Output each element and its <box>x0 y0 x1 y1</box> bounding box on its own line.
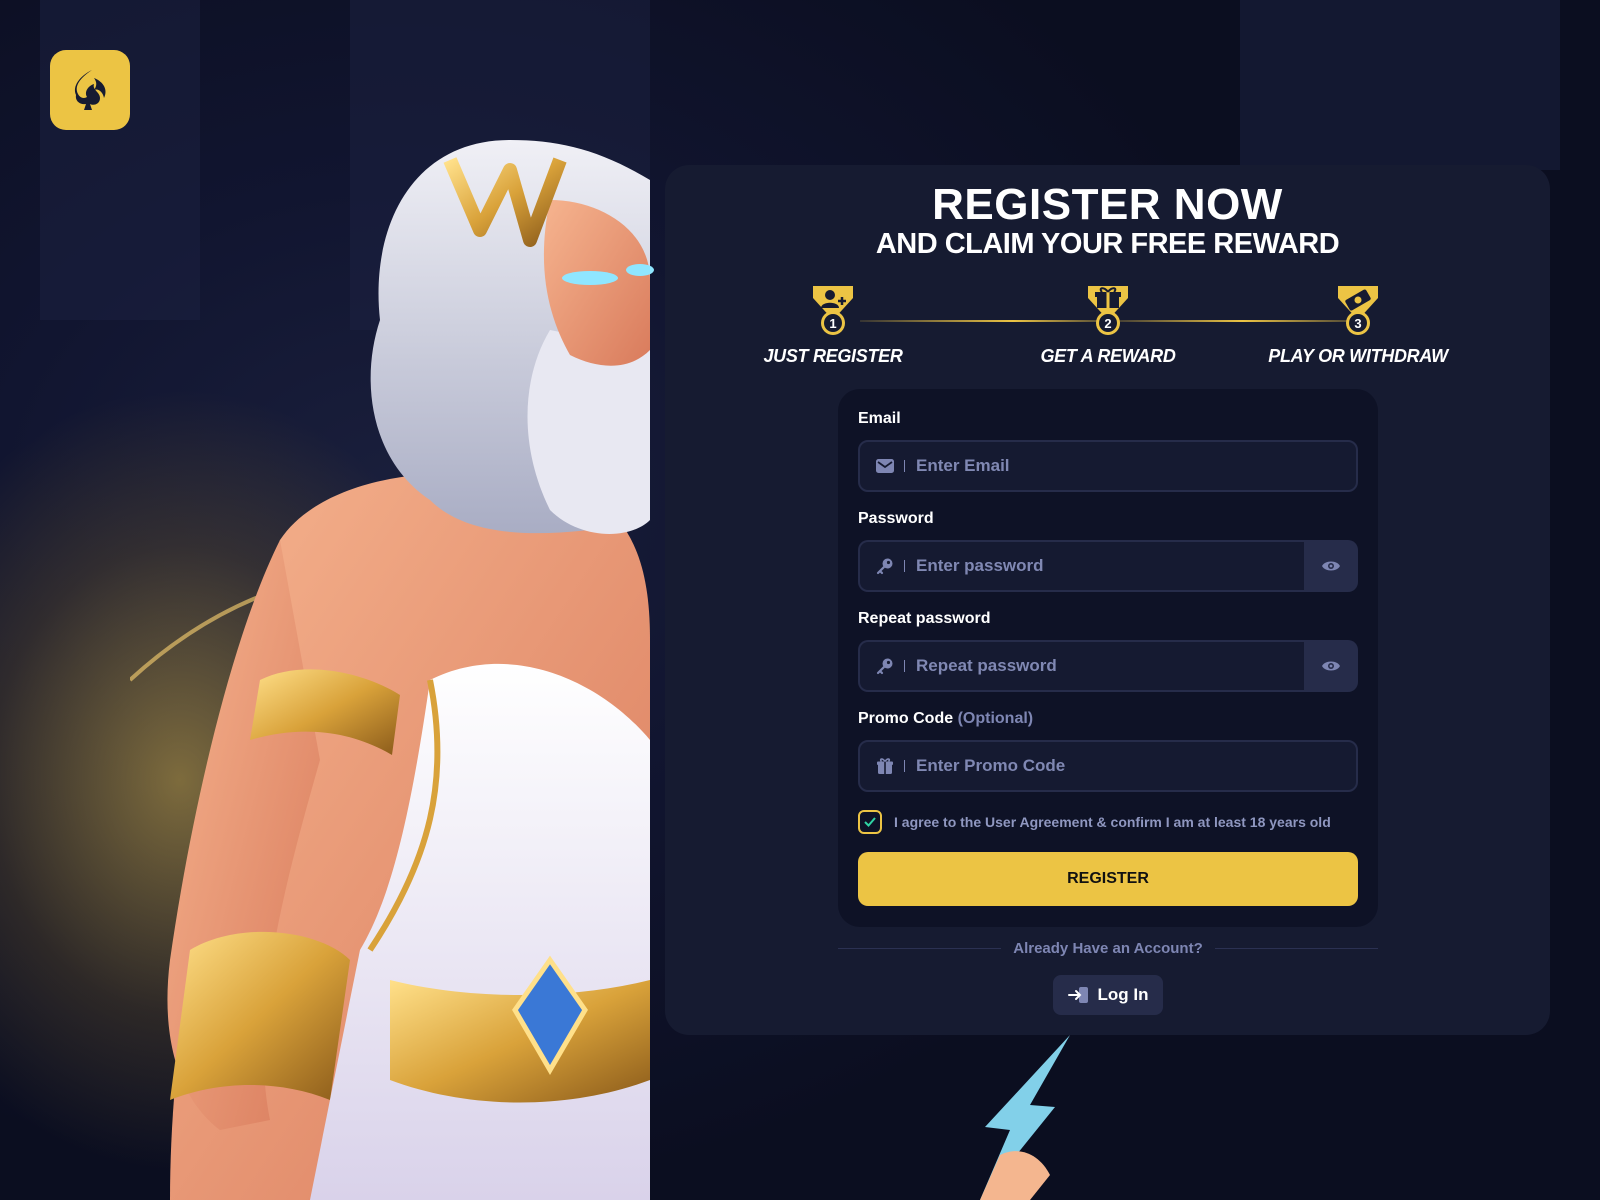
toggle-password-visibility-button[interactable] <box>1304 540 1358 592</box>
eye-icon <box>1322 561 1340 571</box>
divider-line <box>1214 948 1378 949</box>
eye-icon <box>1322 661 1340 671</box>
field-separator <box>904 460 905 472</box>
page-title: REGISTER NOW <box>932 180 1283 229</box>
agreement-text[interactable]: I agree to the User Agreement & confirm … <box>894 814 1331 830</box>
email-placeholder: Enter Email <box>916 456 1010 475</box>
agreement-row: I agree to the User Agreement & confirm … <box>858 810 1331 834</box>
step-play-or-withdraw: 3 PLAY OR WITHDRAW <box>1248 284 1468 367</box>
repeat-password-placeholder: Repeat password <box>916 656 1057 675</box>
gift-icon <box>876 757 894 775</box>
step-badge: 2 <box>1084 284 1132 338</box>
gift-icon: 2 <box>1088 286 1128 335</box>
field-separator <box>904 560 905 572</box>
password-field[interactable]: Enter password <box>858 540 1304 592</box>
step-label: GET A REWARD <box>1040 346 1176 366</box>
field-separator <box>904 660 905 672</box>
checkmark-icon <box>864 817 876 827</box>
repeat-password-field[interactable]: Repeat password <box>858 640 1304 692</box>
user-plus-icon: 1 <box>813 286 853 335</box>
optional-tag: (Optional) <box>957 710 1034 727</box>
login-divider: Already Have an Account? <box>838 940 1378 957</box>
envelope-icon <box>876 457 894 475</box>
background-building <box>1240 0 1560 170</box>
step-label: PLAY OR WITHDRAW <box>1268 346 1448 366</box>
email-field[interactable]: Enter Email <box>858 440 1358 492</box>
lightning-bolt-illustration <box>980 1035 1070 1200</box>
promo-code-placeholder: Enter Promo Code <box>916 756 1066 775</box>
step-label: JUST REGISTER <box>763 346 903 366</box>
page-subtitle: AND CLAIM YOUR FREE REWARD <box>875 228 1340 260</box>
password-label: Password <box>858 510 934 527</box>
register-button[interactable]: REGISTER <box>858 852 1358 906</box>
svg-text:1: 1 <box>829 316 836 331</box>
password-placeholder: Enter password <box>916 556 1044 575</box>
key-icon <box>876 657 894 675</box>
agreement-checkbox[interactable] <box>858 810 882 834</box>
login-label: Log In <box>1097 985 1149 1004</box>
field-separator <box>904 760 905 772</box>
divider-line <box>838 948 1002 949</box>
brand-logo[interactable] <box>50 50 130 130</box>
promo-code-field[interactable]: Enter Promo Code <box>858 740 1358 792</box>
promo-code-label: Promo Code (Optional) <box>858 710 1033 728</box>
hero-character-illustration <box>130 140 654 1200</box>
toggle-repeat-password-visibility-button[interactable] <box>1304 640 1358 692</box>
step-badge: 3 <box>1334 284 1382 338</box>
cash-icon: 3 <box>1338 286 1378 335</box>
spade-flame-icon <box>74 70 106 110</box>
repeat-password-label: Repeat password <box>858 610 991 627</box>
login-button[interactable]: Log In <box>1053 975 1163 1015</box>
already-have-account-text: Already Have an Account? <box>1013 940 1203 957</box>
svg-text:3: 3 <box>1354 316 1361 331</box>
key-icon <box>876 557 894 575</box>
step-get-a-reward: 2 GET A REWARD <box>998 284 1218 367</box>
promo-code-label-text: Promo Code <box>858 710 954 727</box>
step-just-register: 1 JUST REGISTER <box>723 284 943 367</box>
svg-text:2: 2 <box>1104 316 1111 331</box>
step-badge: 1 <box>809 284 857 338</box>
login-icon <box>1067 986 1090 1004</box>
email-label: Email <box>858 410 901 427</box>
